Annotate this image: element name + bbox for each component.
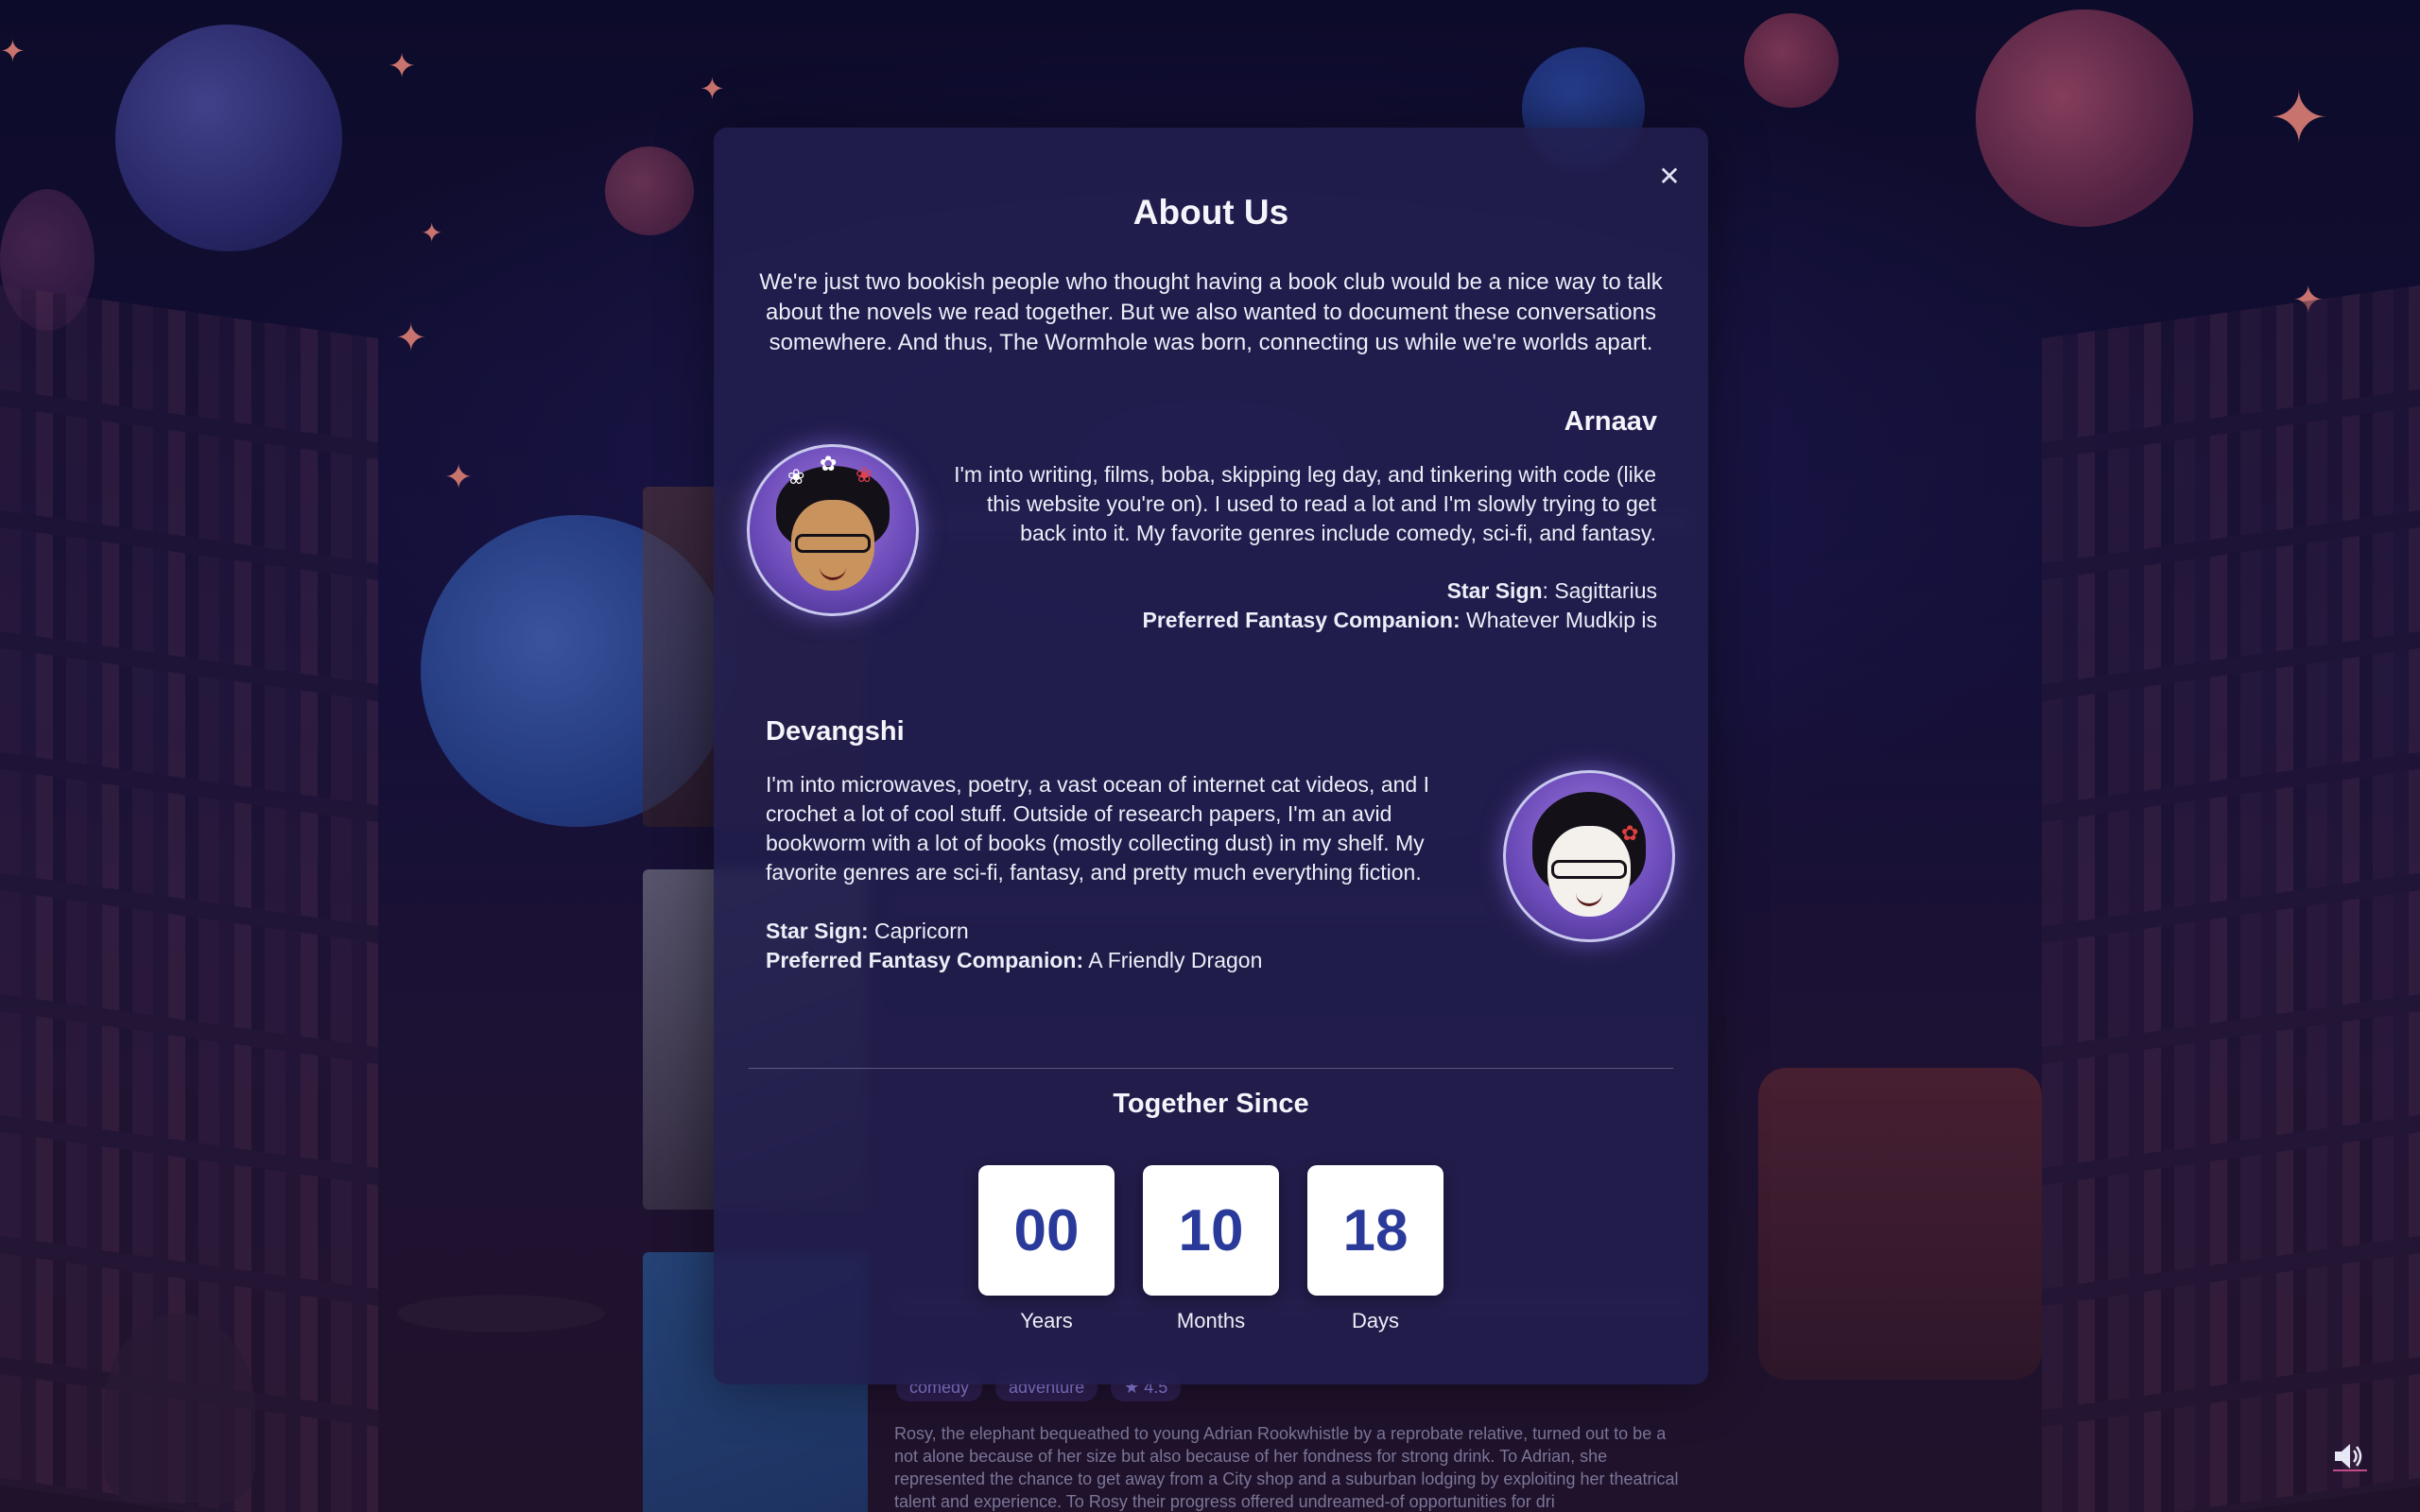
close-button[interactable]: ✕ — [1652, 159, 1686, 193]
flower-icon: ❀ — [787, 466, 805, 490]
avatar-glasses — [1551, 860, 1627, 879]
days-counter: 18 — [1307, 1165, 1443, 1296]
planet — [1976, 9, 2193, 227]
avatar-glasses — [795, 534, 871, 553]
flower-icon: ❀ — [856, 464, 873, 488]
star-sign-label: Star Sign — [1446, 578, 1543, 603]
speaker-icon[interactable] — [2333, 1441, 2367, 1471]
planet — [605, 146, 694, 235]
star-sign-devangshi: Star Sign: Capricorn — [766, 917, 969, 946]
intro-text: We're just two bookish people who though… — [759, 269, 1663, 355]
star-sign-separator: : — [1542, 578, 1555, 603]
companion-arnaav: Preferred Fantasy Companion: Whatever Mu… — [1143, 606, 1658, 635]
book-description: Rosy, the elephant bequeathed to young A… — [894, 1424, 1679, 1511]
days-label: Days — [1351, 1309, 1400, 1332]
companion-value: Whatever Mudkip is — [1466, 608, 1657, 632]
star-sign-value: Capricorn — [874, 919, 969, 943]
section-divider — [749, 1068, 1673, 1069]
vase — [104, 1314, 255, 1503]
companion-label: Preferred Fantasy Companion: — [1142, 608, 1461, 632]
star-icon: ✦ — [0, 33, 26, 69]
member-bio-arnaav: I'm into writing, films, boba, skipping … — [954, 462, 1656, 545]
bookshelf-right — [2042, 284, 2420, 1512]
star-sign-value: Sagittarius — [1554, 578, 1657, 603]
months-label: Months — [1176, 1309, 1246, 1332]
star-sign-arnaav: Star Sign: Sagittarius — [1447, 576, 1657, 606]
planet — [115, 25, 342, 251]
modal-title: About Us — [1132, 193, 1289, 232]
star-icon: ✦ — [388, 47, 417, 86]
years-label: Years — [1020, 1309, 1073, 1332]
companion-label: Preferred Fantasy Companion: — [766, 948, 1084, 972]
member-bio-devangshi: I'm into microwaves, poetry, a vast ocea… — [766, 772, 1429, 885]
planet — [1744, 13, 1839, 108]
star-icon: ✦ — [700, 71, 725, 107]
star-icon: ✦ — [421, 217, 443, 249]
star-icon: ✦ — [444, 458, 474, 497]
side-table — [397, 1295, 605, 1332]
star-icon: ✦ — [2269, 76, 2329, 160]
arnaav-avatar: ❀ ✿ ❀ — [747, 444, 919, 616]
months-counter: 10 — [1143, 1165, 1279, 1296]
flower-icon: ✿ — [820, 453, 838, 476]
companion-value: A Friendly Dragon — [1088, 948, 1263, 972]
star-sign-label: Star Sign: — [766, 919, 869, 943]
armchair — [1758, 1068, 2042, 1380]
member-name-devangshi: Devangshi — [766, 716, 905, 747]
flower-icon: ✿ — [1621, 822, 1639, 846]
star-icon: ✦ — [395, 317, 427, 360]
companion-devangshi: Preferred Fantasy Companion: A Friendly … — [766, 946, 1262, 975]
together-since-title: Together Since — [1113, 1089, 1309, 1119]
years-counter: 00 — [978, 1165, 1115, 1296]
member-name-arnaav: Arnaav — [1564, 406, 1657, 437]
close-icon[interactable]: ✕ — [1658, 161, 1680, 192]
devangshi-avatar: ✿ — [1503, 770, 1675, 942]
